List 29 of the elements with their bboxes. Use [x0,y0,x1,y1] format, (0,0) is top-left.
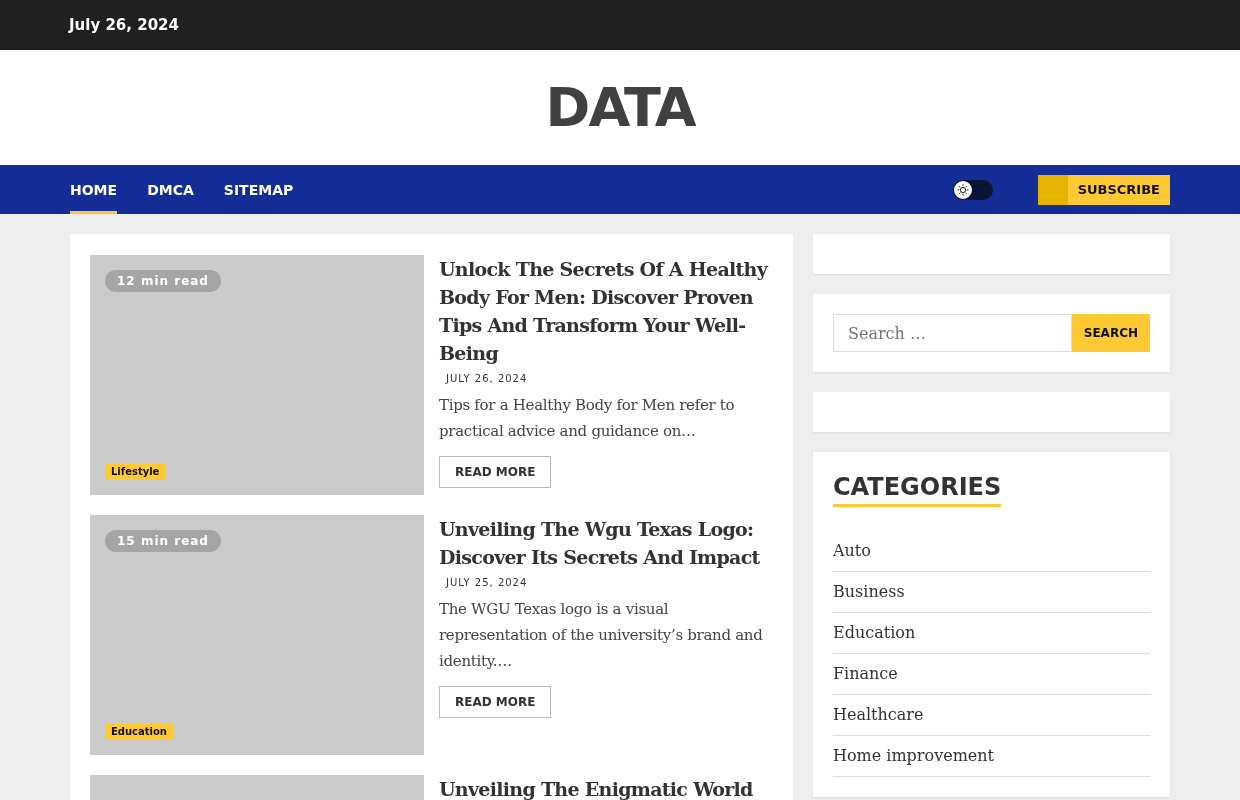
nav-link[interactable]: SITEMAP [223,165,294,214]
subscribe-button[interactable]: SUBSCRIBE [1037,174,1170,205]
top-bar-date: July 26, 2024 [69,16,179,34]
category-link[interactable]: Healthcare [833,695,1150,736]
article-excerpt: The WGU Texas logo is a visual representation of the university’s brand and identity.… [439,599,764,672]
nav-link[interactable]: DMCA [147,165,194,214]
category-link[interactable]: Home improvement [833,736,1150,777]
category-link[interactable]: Auto [833,531,1150,572]
article-title[interactable]: Unveiling The Enigmatic World [439,775,753,800]
nav-link[interactable]: HOME [70,165,118,214]
widget-heading: CATEGORIES [833,472,1002,507]
read-more-button[interactable]: READ MORE [439,686,552,718]
site-title[interactable]: DATA [545,76,695,139]
article-title[interactable]: Unlock The Secrets Of A Healthy Body For Men: Discover Proven Tips And Transform Your Well-Being [439,255,773,367]
search-field[interactable]: Search … [833,314,1072,352]
dark-mode-toggle[interactable] [952,179,993,200]
read-time-badge: 12 min read [105,270,221,292]
article-title[interactable]: Unveiling The Wgu Texas Logo: Discover Its Secrets And Impact [439,515,773,571]
category-link[interactable]: Business [833,572,1150,613]
read-more-button[interactable]: READ MORE [439,456,552,488]
category-link[interactable]: Education [833,613,1150,654]
article-excerpt: Tips for a Healthy Body for Men refer to practical advice and guidance on… [439,395,736,442]
category-link[interactable]: Finance [833,654,1150,695]
category-tag[interactable]: Education [105,724,173,739]
post-date: JULY 25, 2024 [446,577,528,588]
category-tag[interactable]: Lifestyle [105,464,166,479]
search-button[interactable]: SEARCH [1071,314,1150,352]
read-time-badge: 15 min read [105,530,221,552]
post-date: JULY 26, 2024 [446,373,528,384]
